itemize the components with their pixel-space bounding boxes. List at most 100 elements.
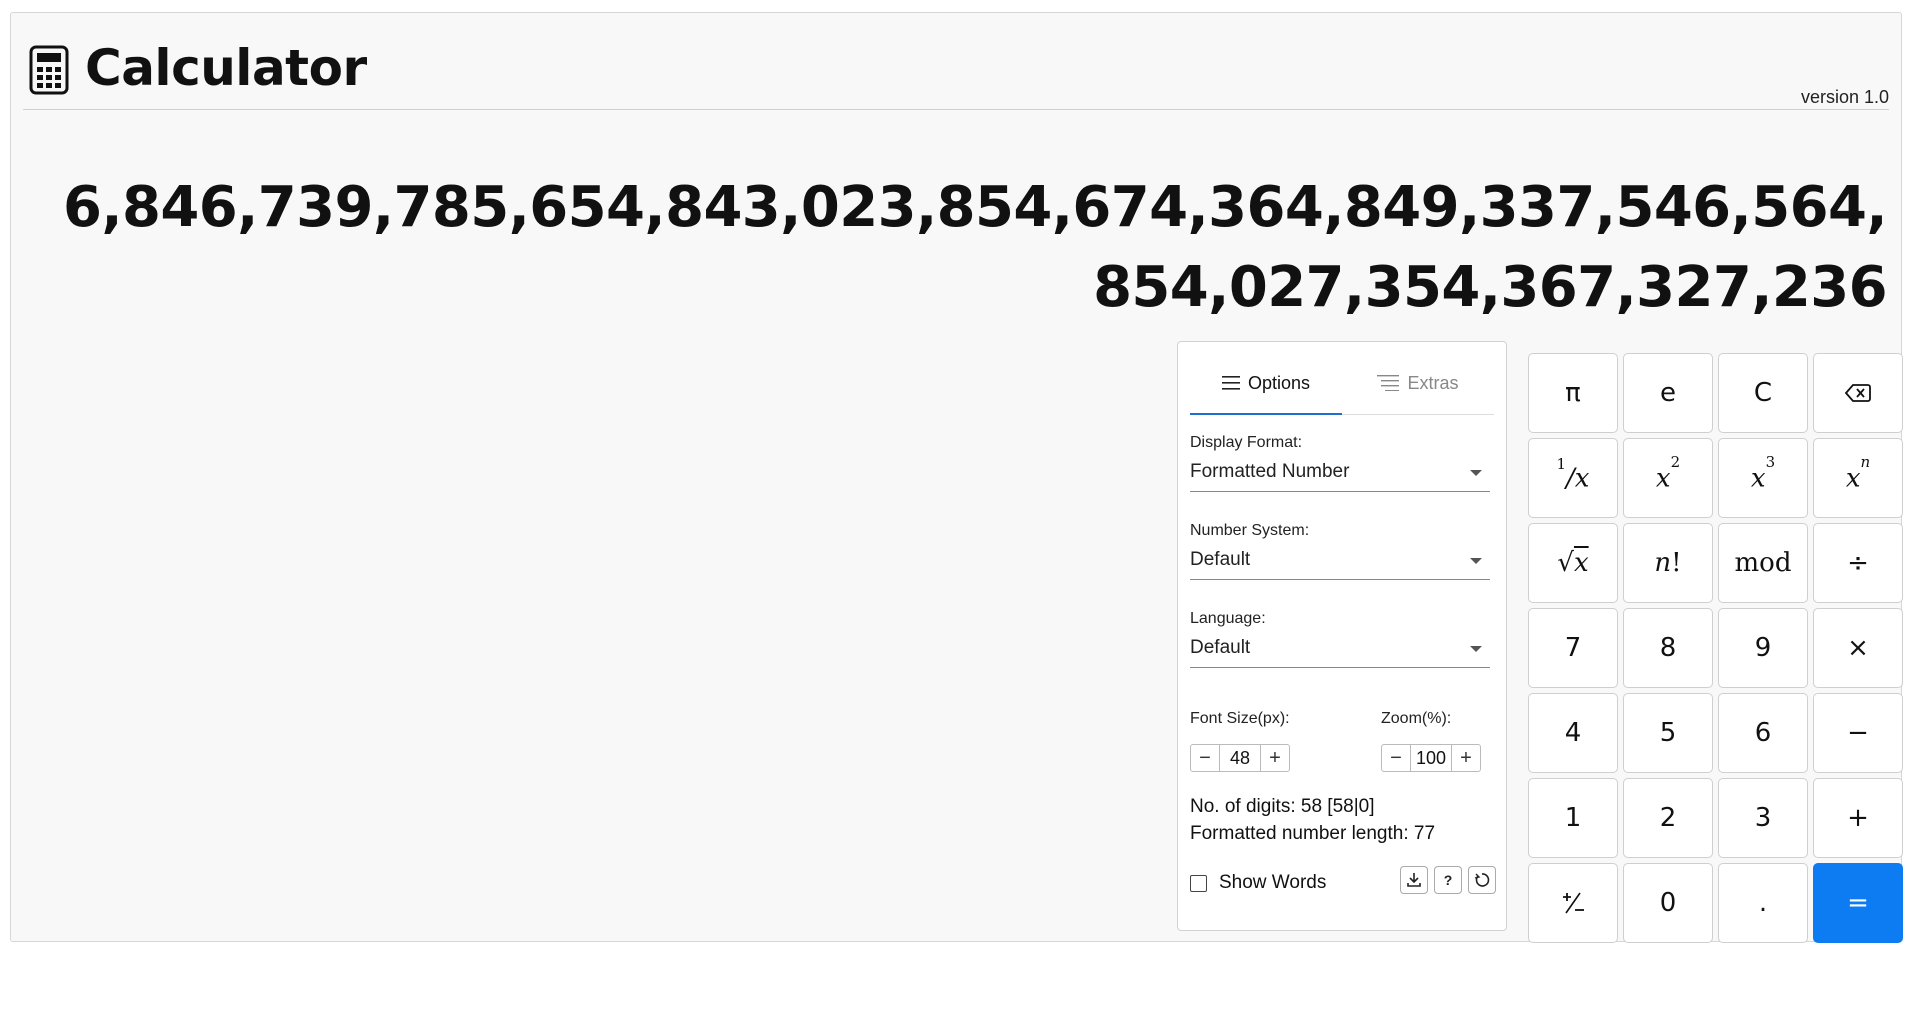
display-format-select[interactable]: Formatted Number [1190, 457, 1490, 492]
factorial-label: n! [1654, 548, 1682, 578]
minus-label: − [1847, 718, 1869, 748]
mod-button[interactable]: mod [1718, 523, 1808, 603]
header: Calculator version 1.0 [23, 31, 1889, 110]
show-words-checkbox[interactable] [1190, 874, 1207, 892]
square-label: x2 [1655, 452, 1681, 494]
menu-icon [1221, 376, 1240, 390]
clear-button[interactable]: C [1718, 353, 1808, 433]
digit-3-button[interactable]: 3 [1718, 778, 1808, 858]
zoom-decrease-button[interactable]: − [1382, 745, 1410, 771]
options-panel: Options Extras Display Format: Formatted… [1177, 341, 1507, 931]
zoom-value[interactable]: 100 [1410, 745, 1452, 771]
euler-label: e [1660, 378, 1676, 408]
tab-extras[interactable]: Extras [1342, 352, 1494, 414]
help-button[interactable]: ? [1434, 866, 1462, 894]
digit-label: 9 [1754, 633, 1772, 663]
extras-list-icon [1377, 375, 1400, 391]
number-system-value: Default [1190, 549, 1251, 570]
negate-button[interactable] [1528, 863, 1618, 943]
minus-button[interactable]: − [1813, 693, 1903, 773]
digit-7-button[interactable]: 7 [1528, 608, 1618, 688]
reset-button[interactable] [1468, 866, 1496, 894]
divide-button[interactable]: ÷ [1813, 523, 1903, 603]
download-icon [1407, 873, 1421, 887]
pi-button[interactable]: π [1528, 353, 1618, 433]
caret-down-icon [1470, 646, 1482, 652]
digit-label: 2 [1659, 803, 1677, 833]
digit-4-button[interactable]: 4 [1528, 693, 1618, 773]
tab-options[interactable]: Options [1190, 352, 1342, 415]
zoom-increase-button[interactable]: + [1452, 745, 1480, 771]
digit-1-button[interactable]: 1 [1528, 778, 1618, 858]
digit-2-button[interactable]: 2 [1623, 778, 1713, 858]
language-select[interactable]: Default [1190, 633, 1490, 668]
caret-down-icon [1470, 558, 1482, 564]
decimal-button[interactable]: . [1718, 863, 1808, 943]
zoom-stepper: − 100 + [1381, 744, 1481, 772]
display-format-value: Formatted Number [1190, 461, 1350, 482]
cube-label: x3 [1750, 452, 1776, 494]
reciprocal-button[interactable]: 1/x [1528, 438, 1618, 518]
display-format-label: Display Format: [1190, 434, 1303, 451]
font-size-value[interactable]: 48 [1219, 745, 1261, 771]
backspace-icon [1845, 384, 1871, 402]
decimal-label: . [1758, 888, 1768, 918]
equals-button[interactable]: = [1813, 863, 1903, 943]
download-button[interactable] [1400, 866, 1428, 894]
keypad: π e C 1/x x2 x3 xn √x n! mod ÷ 7 8 9 × 4… [1528, 353, 1906, 943]
digit-label: 3 [1754, 803, 1772, 833]
digit-0-button[interactable]: 0 [1623, 863, 1713, 943]
euler-button[interactable]: e [1623, 353, 1713, 433]
multiply-label: × [1847, 633, 1869, 663]
digit-label: 6 [1754, 718, 1772, 748]
backspace-button[interactable] [1813, 353, 1903, 433]
number-system-select[interactable]: Default [1190, 545, 1490, 580]
calculator-icon [29, 45, 69, 95]
number-system-label: Number System: [1190, 522, 1310, 539]
language-value: Default [1190, 637, 1251, 658]
reciprocal-label: 1/x [1556, 454, 1590, 494]
caret-down-icon [1470, 470, 1482, 476]
digit-count: No. of digits: 58 [58|0] [1190, 796, 1375, 817]
version-label: version 1.0 [1800, 87, 1889, 107]
calculator-app: Calculator version 1.0 6,846,739,785,654… [10, 12, 1903, 943]
font-size-increase-button[interactable]: + [1261, 745, 1289, 771]
panel-actions: ? [1400, 866, 1496, 894]
power-button[interactable]: xn [1813, 438, 1903, 518]
digit-9-button[interactable]: 9 [1718, 608, 1808, 688]
app-title: Calculator [85, 39, 367, 97]
plus-minus-icon [1563, 892, 1584, 914]
clear-label: C [1753, 378, 1773, 408]
cube-button[interactable]: x3 [1718, 438, 1808, 518]
plus-label: + [1847, 803, 1869, 833]
digit-5-button[interactable]: 5 [1623, 693, 1713, 773]
digit-6-button[interactable]: 6 [1718, 693, 1808, 773]
power-label: xn [1845, 452, 1871, 494]
multiply-button[interactable]: × [1813, 608, 1903, 688]
sqrt-label: √x [1557, 548, 1589, 578]
square-button[interactable]: x2 [1623, 438, 1713, 518]
digit-label: 0 [1659, 888, 1677, 918]
formatted-length: Formatted number length: 77 [1190, 823, 1436, 844]
font-size-decrease-button[interactable]: − [1191, 745, 1219, 771]
equals-label: = [1847, 888, 1869, 918]
digit-label: 5 [1659, 718, 1677, 748]
mod-label: mod [1734, 548, 1792, 578]
result-display: 6,846,739,785,654,843,023,854,674,364,84… [62, 175, 1888, 320]
tab-options-label: Options [1247, 372, 1311, 393]
font-size-label: Font Size(px): [1190, 710, 1290, 727]
divide-label: ÷ [1847, 548, 1869, 578]
pi-label: π [1565, 378, 1581, 408]
font-size-stepper: − 48 + [1190, 744, 1290, 772]
sqrt-button[interactable]: √x [1528, 523, 1618, 603]
reset-icon [1474, 873, 1490, 887]
help-icon: ? [1443, 872, 1453, 888]
zoom-label: Zoom(%): [1381, 710, 1452, 727]
digit-label: 7 [1564, 633, 1582, 663]
show-words-label: Show Words [1219, 872, 1327, 893]
panel-tabs: Options Extras [1190, 352, 1494, 415]
factorial-button[interactable]: n! [1623, 523, 1713, 603]
plus-button[interactable]: + [1813, 778, 1903, 858]
digit-8-button[interactable]: 8 [1623, 608, 1713, 688]
digit-label: 8 [1659, 633, 1677, 663]
